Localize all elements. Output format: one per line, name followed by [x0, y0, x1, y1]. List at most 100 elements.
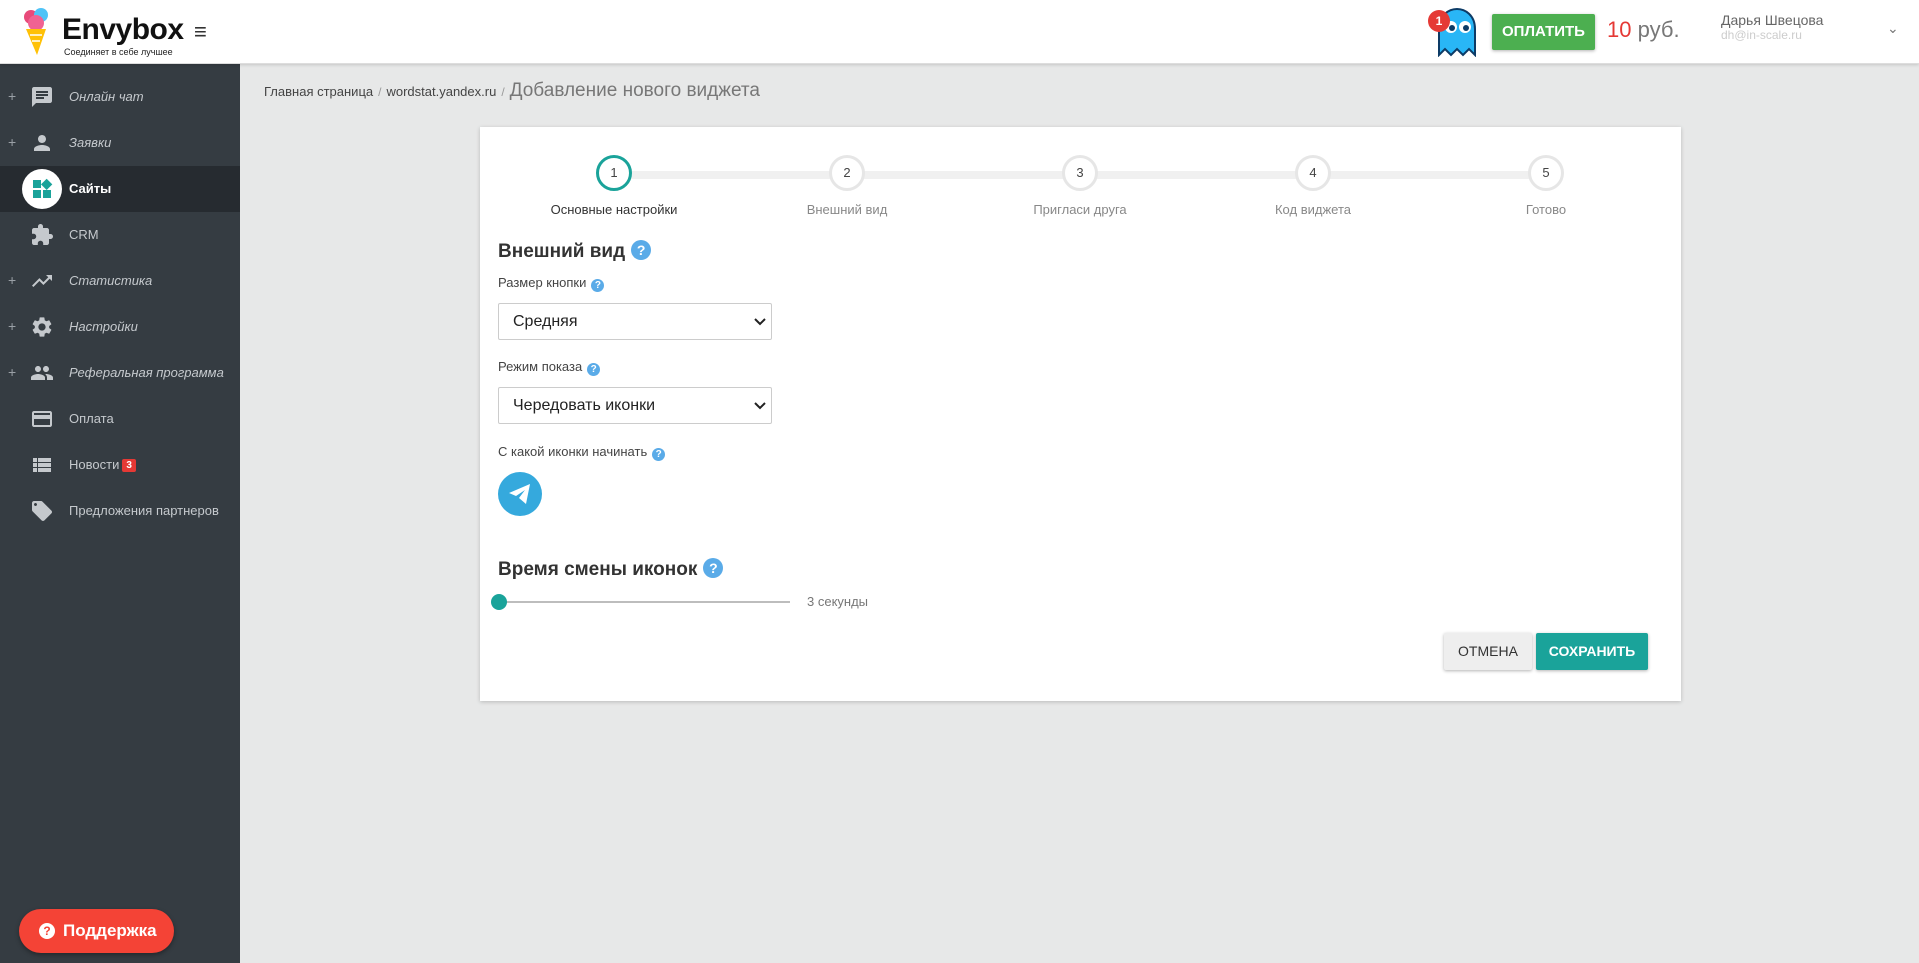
balance-currency: руб.: [1637, 17, 1680, 42]
sidebar-item-statistics[interactable]: + Статистика: [0, 258, 240, 304]
breadcrumb-site-link[interactable]: wordstat.yandex.ru: [386, 84, 496, 99]
step-appearance[interactable]: 2 Внешний вид: [747, 155, 947, 225]
switch-time-value: 3 секунды: [807, 594, 869, 609]
breadcrumb-separator: /: [378, 85, 382, 99]
pay-button[interactable]: ОПЛАТИТЬ: [1492, 14, 1595, 50]
step-basic-settings[interactable]: 1 Основные настройки: [514, 155, 714, 225]
user-email: dh@in-scale.ru: [1721, 28, 1802, 42]
expand-plus-icon[interactable]: +: [8, 272, 16, 288]
support-label: Поддержка: [63, 921, 157, 940]
help-icon[interactable]: ?: [652, 448, 666, 461]
sidebar-item-online-chat[interactable]: + Онлайн чат: [0, 74, 240, 120]
step-label: Внешний вид: [806, 202, 888, 217]
puzzle-icon: [30, 223, 54, 247]
display-mode-label-text: Режим показа: [498, 359, 583, 374]
sidebar-item-label: Статистика: [69, 273, 153, 288]
appearance-title-text: Внешний вид: [498, 241, 626, 262]
sidebar-item-news[interactable]: Новости 3: [0, 442, 240, 488]
sidebar-item-requests[interactable]: + Заявки: [0, 120, 240, 166]
sidebar-item-label: Предложения партнеров: [69, 503, 219, 518]
sidebar-item-label: Онлайн чат: [69, 89, 144, 104]
sidebar-item-label: Оплата: [69, 411, 114, 426]
step-number: 1: [596, 155, 632, 191]
step-number: 2: [829, 155, 865, 191]
step-widget-code[interactable]: 4 Код виджета: [1213, 155, 1413, 225]
button-size-selected-value: Средняя: [513, 313, 578, 330]
start-icon-label-text: С какой иконки начинать: [498, 444, 648, 459]
sidebar-item-referral[interactable]: + Реферальная программа: [0, 350, 240, 396]
step-label: Основные настройки: [550, 202, 678, 217]
sidebar-item-label: Сайты: [69, 181, 112, 196]
appearance-section-title: Внешний вид?: [498, 240, 652, 263]
step-label: Код виджета: [1274, 202, 1351, 217]
sidebar-item-label: Реферальная программа: [69, 365, 224, 380]
sidebar-item-label: Заявки: [69, 135, 112, 150]
step-number: 5: [1528, 155, 1564, 191]
breadcrumb-home-link[interactable]: Главная страница: [264, 84, 373, 99]
sidebar-item-label: Новости 3: [69, 457, 136, 472]
help-icon[interactable]: ?: [591, 279, 605, 292]
sidebar-item-partner-offers[interactable]: Предложения партнеров: [0, 488, 240, 534]
user-menu-chevron-icon[interactable]: ⌄: [1887, 20, 1899, 37]
sidebar-item-label: Настройки: [69, 319, 138, 334]
brand-tagline: Соединяет в себе лучшее: [64, 47, 173, 57]
cancel-button[interactable]: ОТМЕНА: [1444, 633, 1532, 670]
brand-name: Envybox: [62, 13, 184, 46]
credit-card-icon: [30, 407, 54, 431]
step-invite-friend[interactable]: 3 Пригласи друга: [980, 155, 1180, 225]
news-count-badge: 3: [122, 459, 136, 472]
list-icon: [30, 453, 54, 477]
expand-plus-icon[interactable]: +: [8, 318, 16, 334]
page-title: Добавление нового виджета: [509, 80, 760, 101]
display-mode-selected-value: Чередовать иконки: [513, 397, 656, 414]
switch-time-title-text: Время смены иконок: [498, 559, 698, 580]
step-label: Готово: [1525, 202, 1567, 217]
sidebar-item-crm[interactable]: CRM: [0, 212, 240, 258]
support-button[interactable]: ? Поддержка: [19, 909, 174, 953]
telegram-icon[interactable]: [498, 472, 542, 516]
display-mode-label: Режим показа?: [498, 359, 601, 376]
envybox-logo[interactable]: Envybox Соединяет в себе лучшее: [22, 7, 184, 57]
step-number: 3: [1062, 155, 1098, 191]
balance-amount: 10: [1607, 17, 1632, 42]
expand-plus-icon[interactable]: +: [8, 88, 16, 104]
help-icon[interactable]: ?: [587, 363, 601, 376]
sidebar-item-settings[interactable]: + Настройки: [0, 304, 240, 350]
switch-time-slider-thumb[interactable]: [491, 594, 507, 610]
widgets-icon: [22, 169, 62, 209]
expand-plus-icon[interactable]: +: [8, 134, 16, 150]
save-button[interactable]: СОХРАНИТЬ: [1536, 633, 1648, 670]
trending-up-icon: [30, 269, 54, 293]
button-size-label-text: Размер кнопки: [498, 275, 587, 290]
switch-time-slider-track[interactable]: [498, 601, 790, 603]
sidebar-item-payment[interactable]: Оплата: [0, 396, 240, 442]
step-number: 4: [1295, 155, 1331, 191]
chat-icon: [30, 85, 54, 109]
ice-cream-logo-icon: [24, 8, 48, 55]
breadcrumb-separator: /: [501, 85, 505, 99]
widget-setup-card: 1 Основные настройки 2 Внешний вид 3 При…: [480, 127, 1681, 701]
person-icon: [30, 131, 54, 155]
notification-count-badge: 1: [1428, 10, 1450, 32]
start-icon-label: С какой иконки начинать?: [498, 444, 666, 461]
expand-plus-icon[interactable]: +: [8, 364, 16, 380]
breadcrumb: Главная страница / wordstat.yandex.ru / Доба…: [264, 80, 760, 104]
step-done[interactable]: 5 Готово: [1446, 155, 1646, 225]
balance-display: 10 руб.: [1607, 17, 1680, 43]
tag-icon: [30, 499, 54, 523]
help-icon[interactable]: ?: [703, 558, 724, 578]
display-mode-select[interactable]: Чередовать иконки: [498, 387, 772, 424]
sidebar: + Онлайн чат + Заявки Сайты CRM + Статис…: [0, 64, 240, 963]
sidebar-item-sites[interactable]: Сайты: [0, 166, 240, 212]
step-label: Пригласи друга: [1033, 202, 1127, 217]
top-header: Envybox Соединяет в себе лучшее ≡ 1 ОПЛА…: [0, 0, 1919, 64]
user-name[interactable]: Дарья Швецова: [1721, 12, 1823, 28]
button-size-select[interactable]: Средняя: [498, 303, 772, 340]
chevron-down-icon: [754, 402, 766, 410]
gear-icon: [30, 315, 54, 339]
help-icon[interactable]: ?: [631, 240, 652, 260]
news-label-text: Новости: [69, 457, 120, 472]
hamburger-menu-icon[interactable]: ≡: [194, 20, 207, 44]
question-circle-icon: ?: [39, 923, 55, 939]
group-icon: [30, 361, 54, 385]
